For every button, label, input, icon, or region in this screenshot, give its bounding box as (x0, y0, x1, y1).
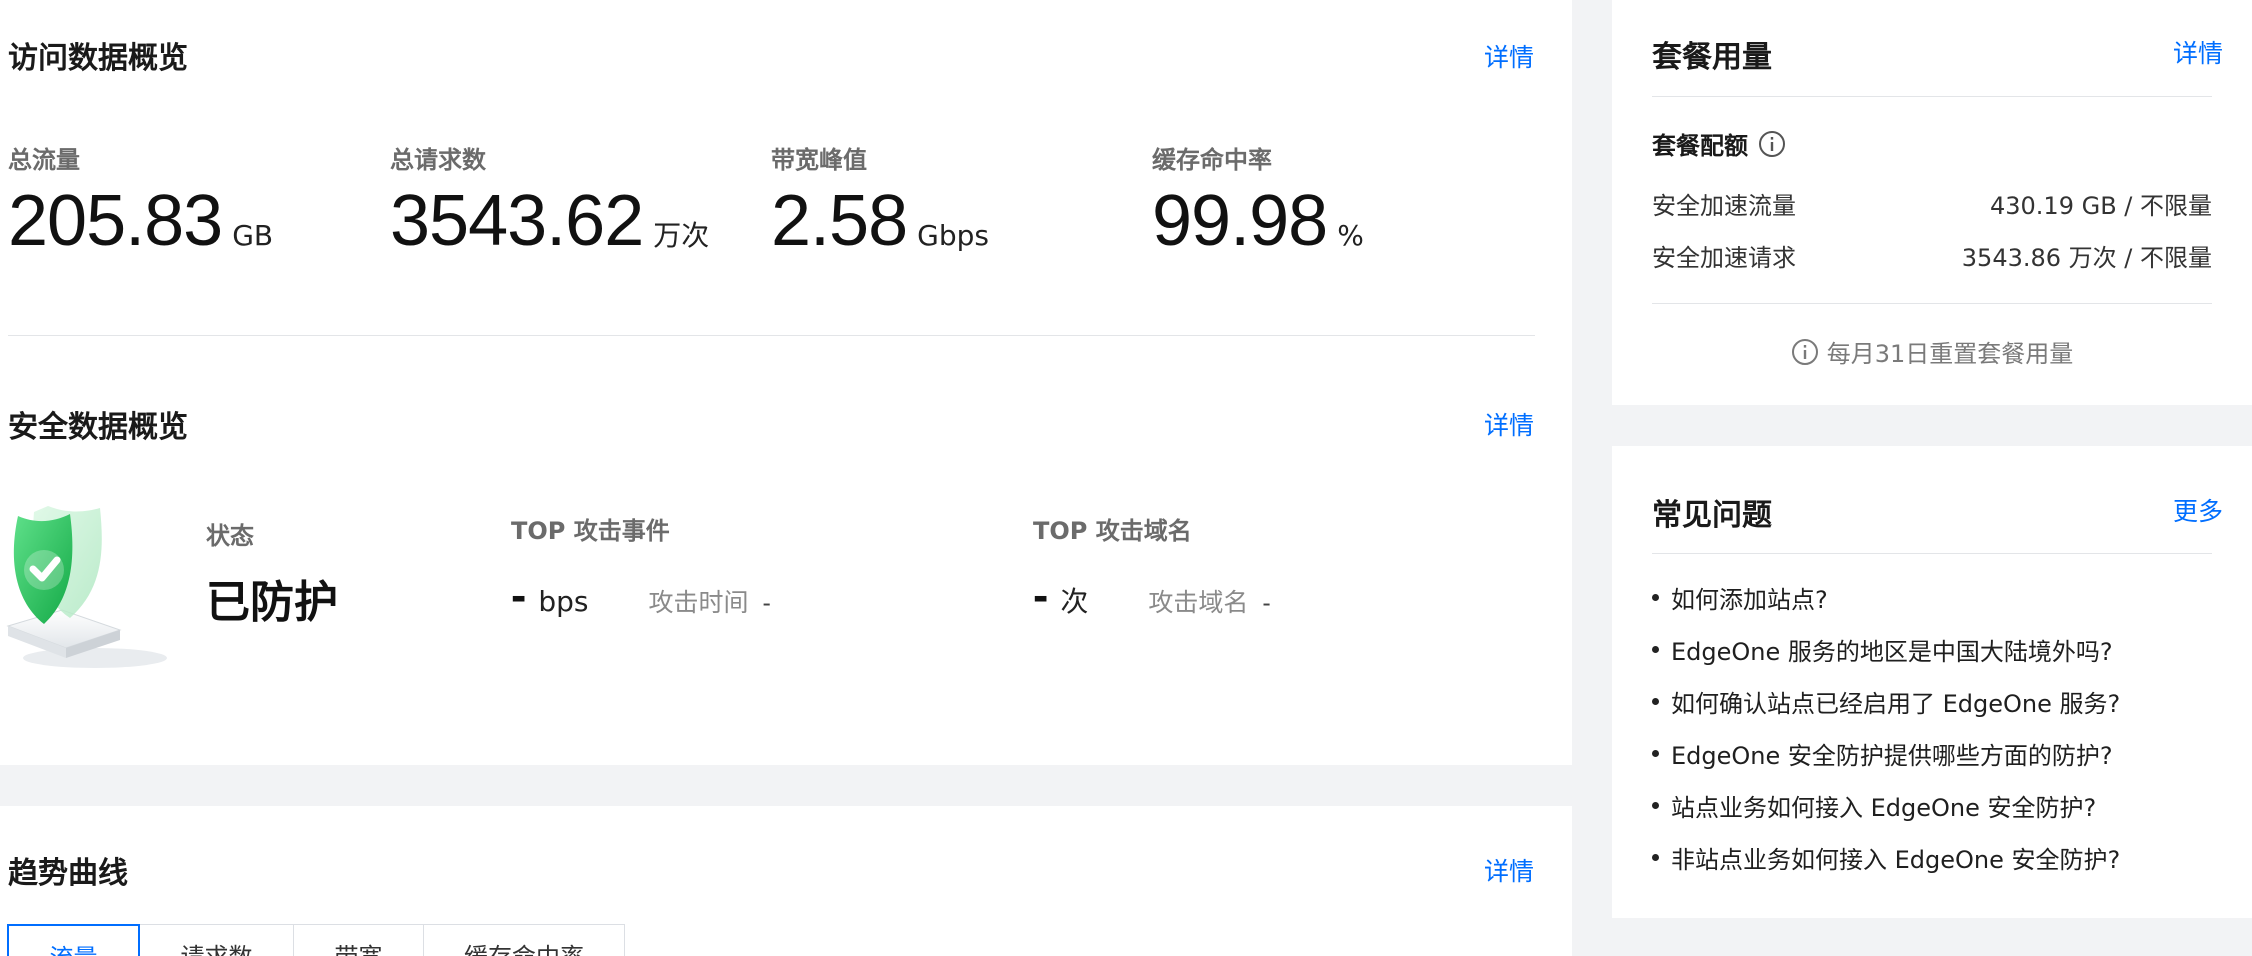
metric-total-requests: 3543.62 万次 (390, 180, 709, 262)
metric-unit: % (1337, 219, 1364, 252)
bullet (1652, 645, 1659, 653)
status-label: 状态 (206, 522, 254, 550)
metric-bandwidth-peak: 2.58 Gbps (771, 180, 989, 262)
section-divider (8, 335, 1535, 336)
metric-total-traffic: 205.83 GB (8, 180, 273, 262)
top-attack-event: - bps 攻击时间 - (511, 568, 771, 622)
faq-list: 如何添加站点? EdgeOne 服务的地区是中国大陆境外吗? 如何确认站点已经启… (1652, 571, 2120, 883)
plan-divider-top (1652, 96, 2212, 97)
plan-row-requests: 安全加速请求 3543.86 万次 / 不限量 (1652, 238, 2212, 273)
faq-title: 常见问题 (1652, 498, 1772, 533)
overview-title: 访问数据概览 (8, 41, 188, 76)
metric-value: 205.83 (8, 181, 223, 261)
plan-detail-link[interactable]: 详情 (2173, 34, 2223, 70)
metric-label-total-requests: 总请求数 (390, 146, 486, 174)
attack-time-value: - (762, 589, 771, 617)
metric-unit: Gbps (917, 219, 989, 252)
attack-domain-label: 攻击域名 (1148, 588, 1249, 617)
metric-value: 2.58 (771, 181, 908, 261)
plan-row-value: 430.19 GB / 不限量 (1989, 192, 2212, 220)
plan-quota-label: 套餐配额 (1652, 126, 1786, 161)
plan-reset-note: 每月31日重置套餐用量 (1612, 334, 2252, 369)
shield-check-icon (0, 498, 170, 673)
faq-item[interactable]: 非站点业务如何接入 EdgeOne 安全防护? (1652, 831, 2120, 883)
overview-card: 访问数据概览 详情 总流量 205.83 GB 总请求数 3543.62 万次 … (0, 0, 1572, 765)
security-title: 安全数据概览 (8, 410, 188, 445)
faq-item-text: EdgeOne 服务的地区是中国大陆境外吗? (1671, 637, 2113, 666)
tab-requests[interactable]: 请求数 (139, 924, 294, 956)
faq-item-text: 如何添加站点? (1671, 585, 1828, 614)
top-attack-domain-label: TOP 攻击域名 (1033, 517, 1192, 545)
plan-row-label: 安全加速请求 (1652, 244, 1796, 272)
tab-bandwidth[interactable]: 带宽 (293, 924, 424, 956)
attack-time-label: 攻击时间 (648, 588, 749, 617)
metric-unit: 万次 (653, 219, 710, 252)
bullet (1652, 801, 1659, 809)
metric-value: 99.98 (1152, 181, 1328, 261)
trend-card: 趋势曲线 详情 流量 请求数 带宽 缓存命中率 (0, 806, 1572, 956)
trend-title: 趋势曲线 (8, 856, 128, 891)
status-value: 已防护 (206, 577, 338, 628)
tab-cache-hit-rate[interactable]: 缓存命中率 (423, 924, 625, 956)
faq-item-text: EdgeOne 安全防护提供哪些方面的防护? (1671, 741, 2113, 770)
top-attack-event-unit: bps (538, 585, 589, 618)
faq-divider (1652, 553, 2212, 554)
top-attack-domain-value: - (1033, 569, 1049, 621)
top-attack-event-value: - (511, 569, 527, 621)
metric-cache-hit-rate: 99.98 % (1152, 180, 1364, 262)
trend-tabs: 流量 请求数 带宽 缓存命中率 (7, 924, 625, 956)
plan-usage-card: 套餐用量 详情 套餐配额 安全加速流量 430.19 GB / 不限量 安全加速… (1612, 0, 2252, 405)
metric-unit: GB (232, 219, 274, 252)
top-attack-event-label: TOP 攻击事件 (511, 517, 670, 545)
bullet (1652, 697, 1659, 705)
metric-label-total-traffic: 总流量 (8, 146, 80, 174)
faq-item[interactable]: 如何添加站点? (1652, 571, 2120, 623)
faq-item-text: 如何确认站点已经启用了 EdgeOne 服务? (1671, 689, 2121, 718)
faq-item[interactable]: EdgeOne 安全防护提供哪些方面的防护? (1652, 727, 2120, 779)
faq-item[interactable]: 如何确认站点已经启用了 EdgeOne 服务? (1652, 675, 2120, 727)
top-attack-domain-unit: 次 (1060, 585, 1089, 618)
metric-label-bandwidth-peak: 带宽峰值 (771, 146, 867, 174)
bullet (1652, 749, 1659, 757)
faq-item[interactable]: 站点业务如何接入 EdgeOne 安全防护? (1652, 779, 2120, 831)
info-icon (1791, 338, 1819, 366)
quota-label-text: 套餐配额 (1652, 132, 1748, 160)
faq-item-text: 非站点业务如何接入 EdgeOne 安全防护? (1671, 845, 2121, 874)
metric-label-cache-hit-rate: 缓存命中率 (1152, 146, 1272, 174)
plan-row-label: 安全加速流量 (1652, 192, 1796, 220)
plan-row-value: 3543.86 万次 / 不限量 (1961, 244, 2212, 272)
attack-domain-value: - (1262, 589, 1271, 617)
info-icon[interactable] (1758, 130, 1786, 158)
tab-traffic[interactable]: 流量 (7, 924, 140, 956)
plan-note-text: 每月31日重置套餐用量 (1826, 340, 2074, 368)
trend-detail-link[interactable]: 详情 (1484, 852, 1534, 888)
bullet (1652, 853, 1659, 861)
faq-card: 常见问题 更多 如何添加站点? EdgeOne 服务的地区是中国大陆境外吗? 如… (1612, 446, 2252, 918)
plan-divider-bottom (1652, 303, 2212, 304)
security-detail-link[interactable]: 详情 (1484, 406, 1534, 442)
plan-title: 套餐用量 (1652, 40, 1772, 75)
plan-row-traffic: 安全加速流量 430.19 GB / 不限量 (1652, 186, 2212, 221)
metric-value: 3543.62 (390, 181, 644, 261)
faq-item-text: 站点业务如何接入 EdgeOne 安全防护? (1671, 793, 2097, 822)
top-attack-domain: - 次 攻击域名 - (1033, 568, 1271, 622)
faq-item[interactable]: EdgeOne 服务的地区是中国大陆境外吗? (1652, 623, 2120, 675)
overview-detail-link[interactable]: 详情 (1484, 38, 1534, 74)
bullet (1652, 593, 1659, 601)
faq-more-link[interactable]: 更多 (2173, 492, 2223, 528)
